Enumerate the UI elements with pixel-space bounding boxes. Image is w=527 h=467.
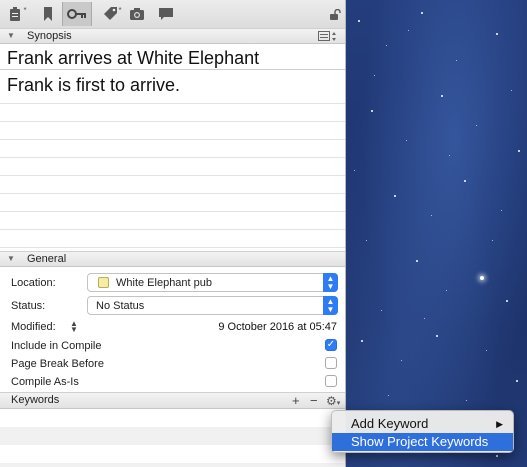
keywords-list[interactable] (0, 409, 345, 467)
keyword-context-menu: Add Keyword ▶ Show Project Keywords (331, 410, 514, 453)
remove-keyword-button[interactable]: − (310, 393, 318, 408)
compile-as-is-checkbox[interactable] (325, 375, 337, 387)
include-in-compile-label: Include in Compile (11, 340, 102, 352)
submenu-arrow-icon: ▶ (496, 419, 503, 429)
page-break-before-label: Page Break Before (11, 358, 104, 370)
inspector-toolbar: * * (0, 0, 345, 29)
lock-icon[interactable] (326, 2, 344, 26)
status-label: Status: (11, 300, 46, 312)
gear-icon[interactable]: ⚙▾ (326, 394, 340, 408)
location-color-swatch (98, 277, 109, 288)
include-in-compile-checkbox[interactable]: ✓ (325, 339, 337, 351)
page-break-before-checkbox[interactable] (325, 357, 337, 369)
synopsis-mode-icon[interactable] (318, 31, 338, 45)
synopsis-header-label: Synopsis (27, 30, 72, 42)
desktop-wallpaper (346, 0, 527, 467)
disclosure-triangle-icon[interactable]: ▼ (7, 254, 15, 263)
popup-arrows-icon: ▲ ▼ (323, 273, 338, 292)
disclosure-triangle-icon[interactable]: ▼ (7, 31, 15, 40)
modified-value: 9 October 2016 at 05:47 (218, 321, 337, 333)
status-value: No Status (96, 300, 145, 312)
popup-arrows-icon: ▲ ▼ (323, 296, 338, 315)
notes-icon[interactable]: * (3, 2, 33, 26)
location-label: Location: (11, 277, 56, 289)
modified-toggle-icon[interactable]: ▲ ▼ (70, 320, 78, 334)
compile-as-is-label: Compile As-Is (11, 376, 79, 388)
bookmark-icon[interactable] (33, 2, 63, 26)
add-keyword-button[interactable]: + (292, 393, 300, 408)
synopsis-text[interactable]: Frank is first to arrive. (7, 75, 180, 96)
synopsis-title[interactable]: Frank arrives at White Elephant (7, 48, 259, 69)
keywords-header-label: Keywords (11, 394, 60, 406)
synopsis-title-field[interactable]: Frank arrives at White Elephant (0, 45, 345, 70)
general-header-label: General (27, 253, 67, 265)
camera-icon[interactable] (122, 2, 152, 26)
synopsis-header[interactable]: ▼ Synopsis (0, 28, 345, 44)
status-popup[interactable]: No Status ▲ ▼ (87, 296, 338, 315)
modified-label: Modified: (11, 321, 56, 333)
menu-item-label: Show Project Keywords (351, 434, 489, 449)
location-value: White Elephant pub (116, 277, 213, 289)
menu-item-add-keyword[interactable]: Add Keyword ▶ (332, 415, 513, 433)
keywords-header: Keywords + − ⚙▾ (0, 392, 345, 409)
menu-item-show-project-keywords[interactable]: Show Project Keywords (332, 433, 513, 451)
key-icon[interactable] (62, 2, 92, 26)
location-popup[interactable]: White Elephant pub ▲ ▼ (87, 273, 338, 292)
comment-icon[interactable] (151, 2, 181, 26)
synopsis-text-area[interactable]: Frank is first to arrive. (0, 71, 345, 103)
menu-item-label: Add Keyword (351, 416, 429, 431)
general-header[interactable]: ▼ General (0, 251, 345, 267)
inspector-panel: * * ▼ Synopsis Frank arrives at White El… (0, 0, 346, 467)
